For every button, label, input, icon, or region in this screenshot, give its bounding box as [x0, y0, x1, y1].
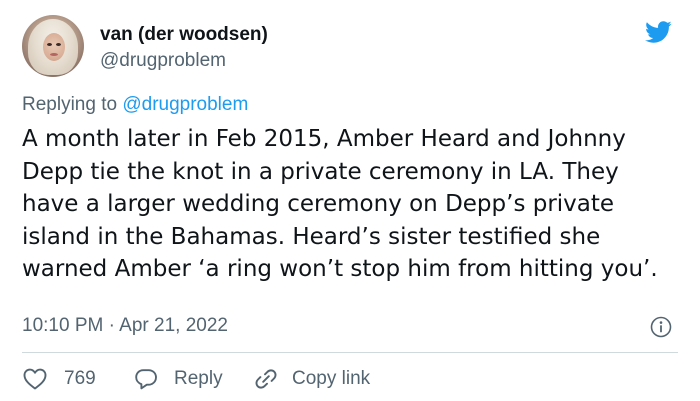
heart-icon — [23, 368, 47, 390]
speech-bubble-icon — [135, 369, 157, 390]
reply-button[interactable]: Reply — [134, 366, 223, 392]
tweet-text: A month later in Feb 2015, Amber Heard a… — [22, 126, 658, 282]
avatar-eye-left — [47, 43, 52, 46]
reply-mention-link[interactable]: @drugproblem — [122, 94, 248, 115]
author-handle[interactable]: @drugproblem — [100, 50, 226, 72]
avatar-eye-right — [56, 43, 61, 46]
reply-context: Replying to @drugproblem — [22, 94, 248, 116]
avatar-lips — [50, 53, 58, 56]
reply-label: Reply — [174, 368, 223, 389]
info-icon[interactable] — [650, 316, 672, 338]
like-button[interactable]: 769 — [22, 366, 96, 392]
reply-context-prefix: Replying to — [22, 94, 118, 115]
avatar-face — [43, 33, 65, 61]
divider — [22, 352, 678, 353]
copy-link-button[interactable]: Copy link — [254, 366, 370, 392]
twitter-bird-icon[interactable] — [641, 18, 675, 46]
copy-link-label: Copy link — [292, 368, 371, 389]
author-display-name[interactable]: van (der woodsen) — [100, 24, 268, 46]
avatar[interactable] — [22, 15, 84, 77]
tweet-timestamp[interactable]: 10:10 PM · Apr 21, 2022 — [22, 315, 228, 337]
like-count: 769 — [64, 368, 96, 389]
link-icon — [255, 369, 277, 389]
